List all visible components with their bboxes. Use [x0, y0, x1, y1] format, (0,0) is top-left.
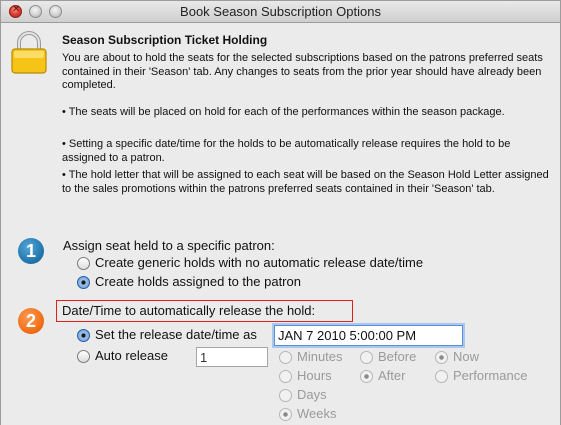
- release-datetime-input[interactable]: JAN 7 2010 5:00:00 PM: [274, 325, 463, 346]
- step-1-badge: 1: [18, 238, 44, 264]
- bullet-note: • The seats will be placed on hold for e…: [62, 106, 505, 118]
- minutes-label[interactable]: Minutes: [297, 349, 343, 364]
- performance-radio[interactable]: [435, 370, 448, 383]
- weeks-label[interactable]: Weeks: [297, 406, 337, 421]
- auto-release-label[interactable]: Auto release: [95, 348, 168, 363]
- page-title: Season Subscription Ticket Holding: [62, 33, 268, 47]
- step-2-badge: 2: [18, 308, 44, 334]
- auto-release-radio[interactable]: [77, 350, 90, 363]
- hours-radio[interactable]: [279, 370, 292, 383]
- bullet-note: • The hold letter that will be assigned …: [62, 169, 549, 195]
- dialog-window: Book Season Subscription Options Season …: [0, 0, 561, 425]
- before-label[interactable]: Before: [378, 349, 416, 364]
- now-label[interactable]: Now: [453, 349, 479, 364]
- now-radio[interactable]: [435, 351, 448, 364]
- after-label[interactable]: After: [378, 368, 405, 383]
- assign-section-label: Assign seat held to a specific patron:: [63, 238, 275, 253]
- title-bar: Book Season Subscription Options: [1, 1, 560, 23]
- performance-label[interactable]: Performance: [453, 368, 527, 383]
- days-radio[interactable]: [279, 389, 292, 402]
- window-title: Book Season Subscription Options: [180, 4, 381, 19]
- padlock-icon: [11, 31, 47, 74]
- days-label[interactable]: Days: [297, 387, 327, 402]
- generic-holds-label[interactable]: Create generic holds with no automatic r…: [95, 255, 423, 270]
- intro-text: You are about to hold the seats for the …: [62, 52, 543, 91]
- assigned-holds-radio[interactable]: [77, 276, 90, 289]
- after-radio[interactable]: [360, 370, 373, 383]
- weeks-radio[interactable]: [279, 408, 292, 421]
- release-section-label: Date/Time to automatically release the h…: [62, 303, 316, 318]
- set-release-label[interactable]: Set the release date/time as: [95, 327, 257, 342]
- bullet-note: • Setting a specific date/time for the h…: [62, 138, 511, 164]
- set-release-radio[interactable]: [77, 329, 90, 342]
- assigned-holds-label[interactable]: Create holds assigned to the patron: [95, 274, 301, 289]
- before-radio[interactable]: [360, 351, 373, 364]
- auto-release-amount-input[interactable]: 1: [196, 347, 268, 367]
- minutes-radio[interactable]: [279, 351, 292, 364]
- hours-label[interactable]: Hours: [297, 368, 332, 383]
- generic-holds-radio[interactable]: [77, 257, 90, 270]
